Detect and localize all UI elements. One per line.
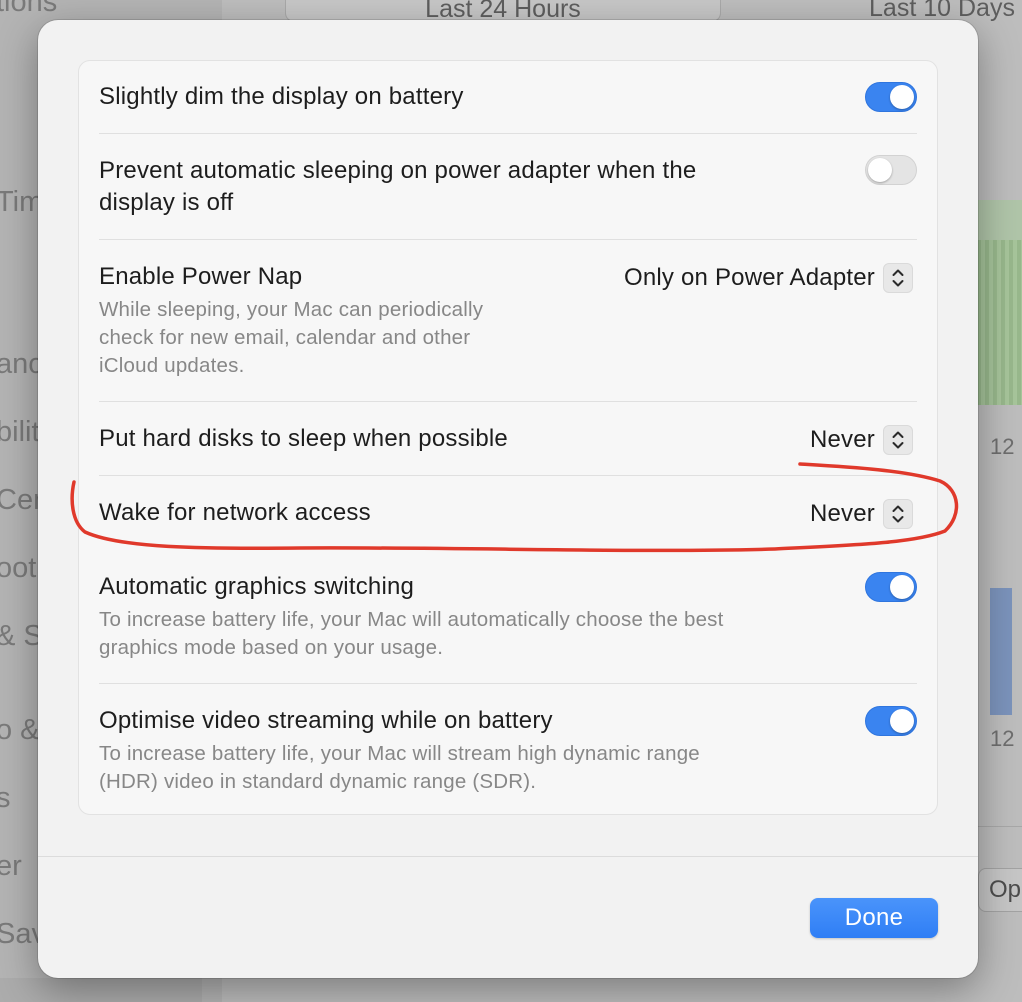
graphics-switching-toggle[interactable] <box>865 572 917 602</box>
toggle-knob <box>890 85 914 109</box>
footer-divider <box>38 856 978 857</box>
up-down-chevron-icon <box>883 425 913 455</box>
dim-display-toggle[interactable] <box>865 82 917 112</box>
background-sidebar-item: anc <box>0 348 43 380</box>
row-prevent-sleep: Prevent automatic sleeping on power adap… <box>99 134 917 240</box>
up-down-chevron-icon <box>883 263 913 293</box>
background-tab-24h: Last 24 Hours <box>285 0 721 23</box>
prevent-sleep-label-line2: display is off <box>99 189 234 216</box>
hard-disks-select[interactable]: Never <box>810 424 913 456</box>
graphics-switching-description-line2: graphics mode based on your usage. <box>99 636 444 659</box>
row-power-nap: Enable Power Nap While sleeping, your Ma… <box>99 240 917 402</box>
toggle-knob <box>890 709 914 733</box>
prevent-sleep-label-line1: Prevent automatic sleeping on power adap… <box>99 157 697 184</box>
graphics-switching-label: Automatic graphics switching <box>99 573 415 600</box>
video-streaming-label: Optimise video streaming while on batter… <box>99 707 553 734</box>
row-wake-network: Wake for network access Never <box>99 476 917 550</box>
power-nap-description-line3: iCloud updates. <box>99 354 245 377</box>
background-options-button: Op <box>978 868 1022 912</box>
video-streaming-description-line1: To increase battery life, your Mac will … <box>99 742 700 765</box>
background-battery-chart-top <box>977 200 1022 240</box>
power-nap-select[interactable]: Only on Power Adapter <box>624 262 913 294</box>
background-sidebar-footer <box>0 978 202 1002</box>
background-sidebar-item: tions <box>0 0 58 18</box>
dim-display-label: Slightly dim the display on battery <box>99 83 464 110</box>
video-streaming-toggle[interactable] <box>865 706 917 736</box>
power-nap-description-line2: check for new email, calendar and other <box>99 326 471 349</box>
background-sidebar-item: bilit <box>0 416 40 448</box>
background-tab-10d: Last 10 Days <box>869 0 1015 22</box>
hard-disks-label: Put hard disks to sleep when possible <box>99 425 508 452</box>
hard-disks-select-value: Never <box>809 426 875 453</box>
up-down-chevron-icon <box>883 499 913 529</box>
power-nap-select-value: Only on Power Adapter <box>623 264 875 291</box>
power-nap-label: Enable Power Nap <box>99 263 303 290</box>
row-video-streaming: Optimise video streaming while on batter… <box>99 684 917 816</box>
wake-network-label: Wake for network access <box>99 499 371 526</box>
row-dim-display: Slightly dim the display on battery <box>99 61 917 134</box>
done-button[interactable]: Done <box>810 898 938 938</box>
row-hard-disks: Put hard disks to sleep when possible Ne… <box>99 402 917 476</box>
background-axis-label: 12 <box>990 434 1015 459</box>
background-usage-chart <box>990 588 1012 715</box>
background-axis-label: 12 <box>990 726 1015 751</box>
toggle-knob <box>890 575 914 599</box>
background-sidebar-item: er <box>0 850 22 882</box>
background-sidebar-item: ootl <box>0 552 43 584</box>
background-divider <box>978 826 1022 827</box>
power-options-sheet: Slightly dim the display on battery Prev… <box>38 20 978 978</box>
prevent-sleep-toggle[interactable] <box>865 155 917 185</box>
background-sidebar-item: s <box>0 782 11 814</box>
background-sidebar-item: Tim <box>0 186 44 218</box>
wake-network-select[interactable]: Never <box>810 498 913 530</box>
wake-network-select-value: Never <box>809 500 875 527</box>
background-sidebar-item: o & <box>0 714 40 746</box>
power-nap-description-line1: While sleeping, your Mac can periodicall… <box>99 298 484 321</box>
settings-group: Slightly dim the display on battery Prev… <box>78 60 938 815</box>
toggle-knob <box>868 158 892 182</box>
background-sidebar-item: & S <box>0 620 43 652</box>
row-graphics-switching: Automatic graphics switching To increase… <box>99 550 917 684</box>
video-streaming-description-line2: (HDR) video in standard dynamic range (S… <box>99 770 537 793</box>
graphics-switching-description-line1: To increase battery life, your Mac will … <box>99 608 724 631</box>
